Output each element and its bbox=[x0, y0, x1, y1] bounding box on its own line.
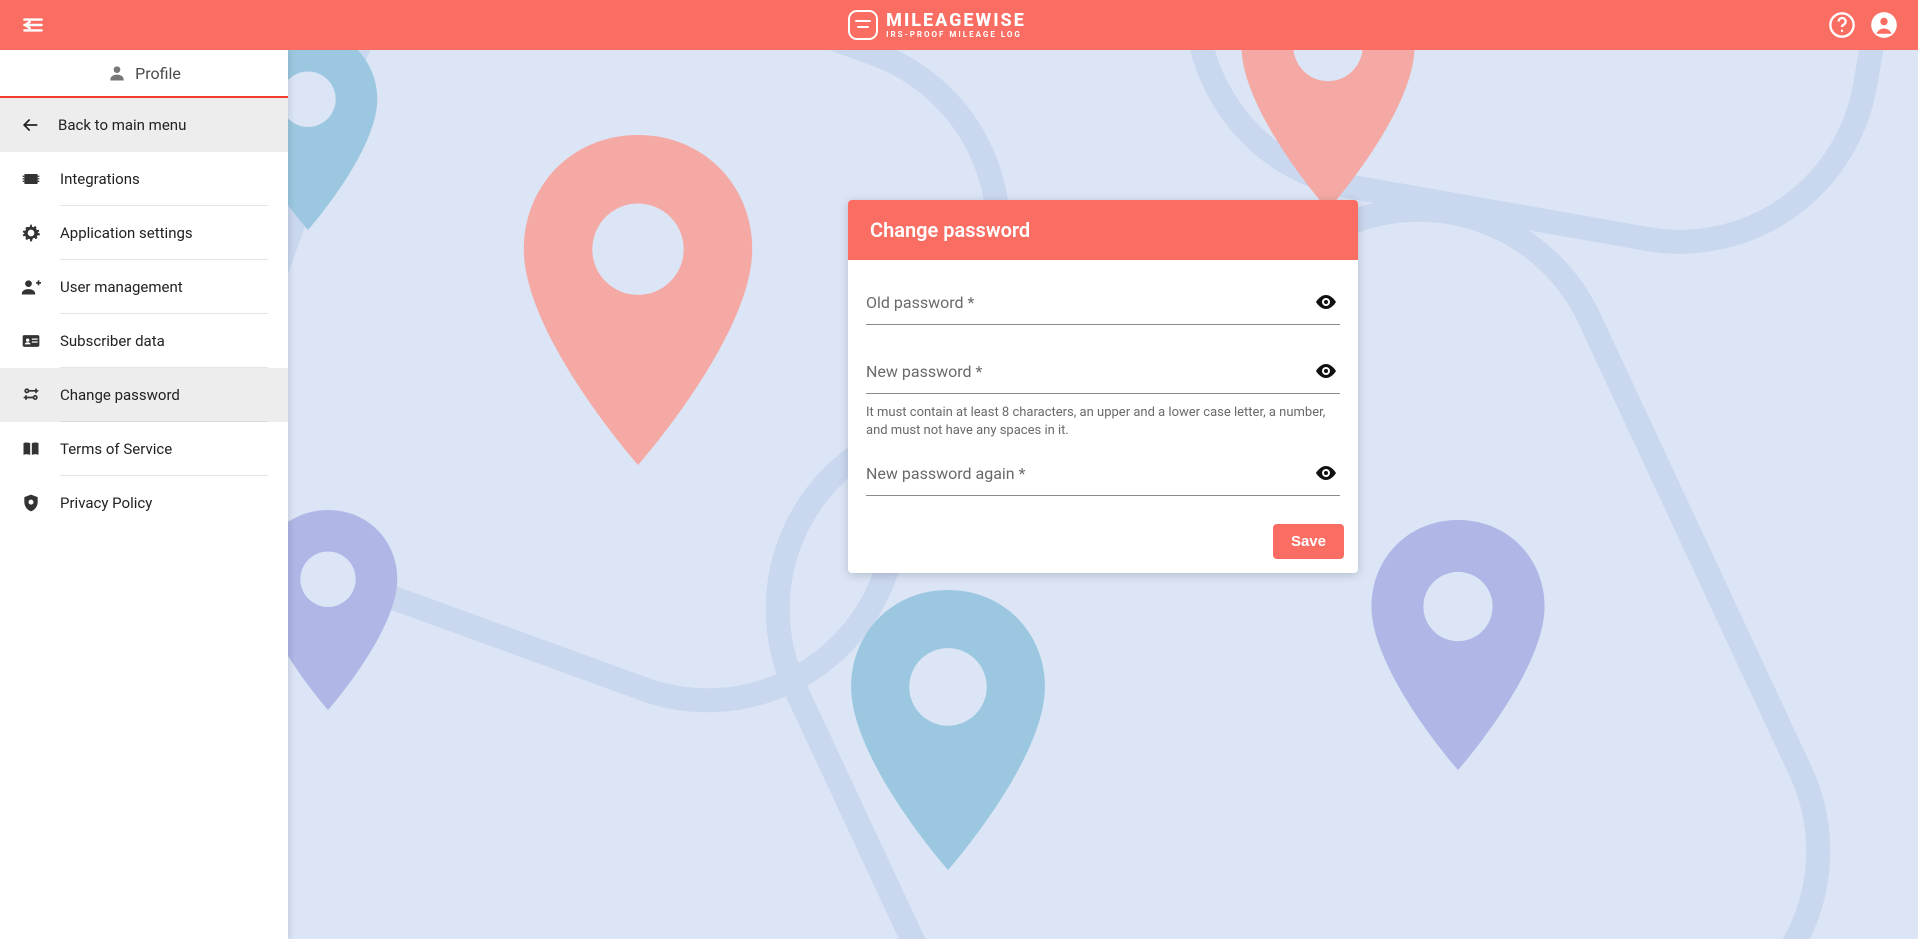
back-to-main-menu[interactable]: Back to main menu bbox=[0, 98, 288, 152]
sidebar-item-label: User management bbox=[60, 278, 183, 296]
sidebar-item-subscriber-data[interactable]: Subscriber data bbox=[0, 314, 288, 368]
toggle-visibility-new[interactable] bbox=[1312, 359, 1340, 389]
toggle-visibility-again[interactable] bbox=[1312, 461, 1340, 491]
help-button[interactable] bbox=[1828, 11, 1856, 39]
map-pin-icon bbox=[288, 510, 408, 710]
id-card-icon bbox=[20, 331, 42, 351]
sidebar-item-label: Integrations bbox=[60, 170, 140, 188]
card-title: Change password bbox=[848, 200, 1358, 260]
new-password-again-field[interactable]: New password again * bbox=[866, 461, 1340, 496]
sidebar-item-application-settings[interactable]: Application settings bbox=[0, 206, 288, 260]
eye-icon bbox=[1314, 359, 1338, 383]
sidebar: Profile Back to main menu Integrations A… bbox=[0, 50, 288, 939]
new-password-again-label: New password again * bbox=[866, 464, 1312, 489]
sidebar-menu: Integrations Application settings User m… bbox=[0, 152, 288, 530]
app-logo: MILEAGEWISE IRS-PROOF MILEAGE LOG bbox=[848, 10, 1026, 40]
app-header: MILEAGEWISE IRS-PROOF MILEAGE LOG bbox=[0, 0, 1918, 50]
map-pin-icon bbox=[288, 50, 388, 230]
map-pin-icon bbox=[1358, 520, 1558, 770]
map-pin-icon bbox=[508, 135, 768, 465]
old-password-label: Old password * bbox=[866, 293, 1312, 318]
shield-icon bbox=[20, 493, 42, 513]
collapse-sidebar-button[interactable] bbox=[20, 12, 46, 38]
password-hint: It must contain at least 8 characters, a… bbox=[866, 404, 1340, 439]
sidebar-header: Profile bbox=[0, 50, 288, 98]
sidebar-item-label: Change password bbox=[60, 386, 180, 404]
toggle-visibility-old[interactable] bbox=[1312, 290, 1340, 320]
arrow-back-icon bbox=[20, 115, 40, 135]
sidebar-item-integrations[interactable]: Integrations bbox=[0, 152, 288, 206]
brand-tagline: IRS-PROOF MILEAGE LOG bbox=[886, 31, 1026, 39]
change-password-card: Change password Old password * New passw… bbox=[848, 200, 1358, 573]
integrations-icon bbox=[20, 169, 42, 189]
logo-icon bbox=[848, 10, 878, 40]
user-management-icon bbox=[20, 277, 42, 297]
new-password-field[interactable]: New password * bbox=[866, 359, 1340, 394]
eye-icon bbox=[1314, 290, 1338, 314]
sidebar-item-label: Subscriber data bbox=[60, 332, 165, 350]
map-pin-icon bbox=[838, 590, 1058, 870]
sidebar-item-label: Application settings bbox=[60, 224, 193, 242]
sidebar-item-user-management[interactable]: User management bbox=[0, 260, 288, 314]
back-label: Back to main menu bbox=[58, 116, 186, 134]
key-icon bbox=[20, 385, 42, 405]
brand-name: MILEAGEWISE bbox=[886, 12, 1026, 30]
account-button[interactable] bbox=[1870, 11, 1898, 39]
book-icon bbox=[20, 439, 42, 459]
new-password-label: New password * bbox=[866, 362, 1312, 387]
sidebar-item-change-password[interactable]: Change password bbox=[0, 368, 288, 422]
save-button[interactable]: Save bbox=[1273, 524, 1344, 559]
sidebar-item-label: Terms of Service bbox=[60, 440, 172, 458]
sidebar-item-privacy-policy[interactable]: Privacy Policy bbox=[0, 476, 288, 530]
old-password-field[interactable]: Old password * bbox=[866, 290, 1340, 325]
profile-icon bbox=[107, 63, 127, 83]
map-pin-icon bbox=[1228, 50, 1428, 210]
content-area: Change password Old password * New passw… bbox=[288, 50, 1918, 939]
sidebar-item-label: Privacy Policy bbox=[60, 494, 152, 512]
sidebar-title: Profile bbox=[135, 64, 181, 83]
sidebar-item-terms-of-service[interactable]: Terms of Service bbox=[0, 422, 288, 476]
gear-icon bbox=[20, 223, 42, 243]
eye-icon bbox=[1314, 461, 1338, 485]
